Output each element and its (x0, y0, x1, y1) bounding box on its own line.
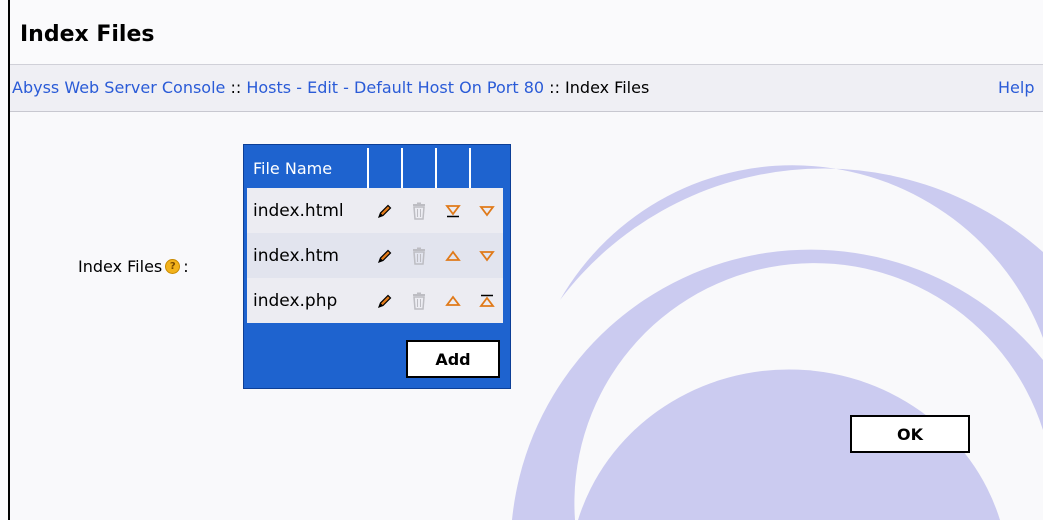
delete-icon[interactable] (402, 188, 436, 233)
title-bar: Index Files (10, 0, 1043, 65)
delete-icon[interactable] (402, 278, 436, 323)
file-name-cell: index.php (247, 278, 368, 323)
table-header-row: File Name (247, 148, 503, 188)
breadcrumb-console-link[interactable]: Abyss Web Server Console (12, 78, 225, 97)
file-name-cell: index.htm (247, 233, 368, 278)
delete-icon[interactable] (402, 233, 436, 278)
help-link[interactable]: Help (998, 65, 1034, 111)
edit-icon[interactable] (368, 233, 402, 278)
edit-icon[interactable] (368, 188, 402, 233)
table-row: index.php (247, 278, 503, 323)
breadcrumb-current: Index Files (565, 78, 650, 97)
edit-icon[interactable] (368, 278, 402, 323)
breadcrumb-dash: - (296, 78, 302, 97)
index-files-label: Index Files ? : (78, 257, 189, 276)
move-to-top-icon[interactable] (470, 278, 503, 323)
add-button[interactable]: Add (406, 340, 500, 378)
move-up-icon[interactable] (436, 233, 470, 278)
file-name-cell: index.html (247, 188, 368, 233)
column-header-move-b (470, 148, 503, 188)
breadcrumb: Abyss Web Server Console :: Hosts - Edit… (12, 65, 649, 111)
move-up-icon[interactable] (436, 278, 470, 323)
column-header-move-a (436, 148, 471, 188)
ok-button[interactable]: OK (850, 415, 970, 453)
breadcrumb-bar: Abyss Web Server Console :: Hosts - Edit… (10, 65, 1043, 112)
help-icon[interactable]: ? (165, 259, 181, 274)
index-files-table: File Name index.html index.htm index.php (247, 148, 503, 323)
move-down-icon[interactable] (470, 233, 503, 278)
label-colon: : (183, 257, 189, 276)
column-header-edit (368, 148, 403, 188)
breadcrumb-edit-link[interactable]: Edit (307, 78, 338, 97)
move-down-icon[interactable] (470, 188, 503, 233)
breadcrumb-host-link[interactable]: Default Host On Port 80 (354, 78, 544, 97)
column-header-file-name: File Name (247, 148, 369, 188)
index-files-panel: File Name index.html index.htm index.php… (243, 144, 511, 389)
move-to-bottom-icon[interactable] (436, 188, 470, 233)
table-row: index.htm (247, 233, 503, 278)
breadcrumb-separator: :: (549, 78, 560, 97)
table-row: index.html (247, 188, 503, 233)
page-title: Index Files (20, 22, 155, 47)
index-files-label-text: Index Files (78, 257, 163, 276)
breadcrumb-dash: - (343, 78, 349, 97)
column-header-delete (402, 148, 437, 188)
breadcrumb-separator: :: (230, 78, 242, 97)
breadcrumb-hosts-link[interactable]: Hosts (246, 78, 291, 97)
